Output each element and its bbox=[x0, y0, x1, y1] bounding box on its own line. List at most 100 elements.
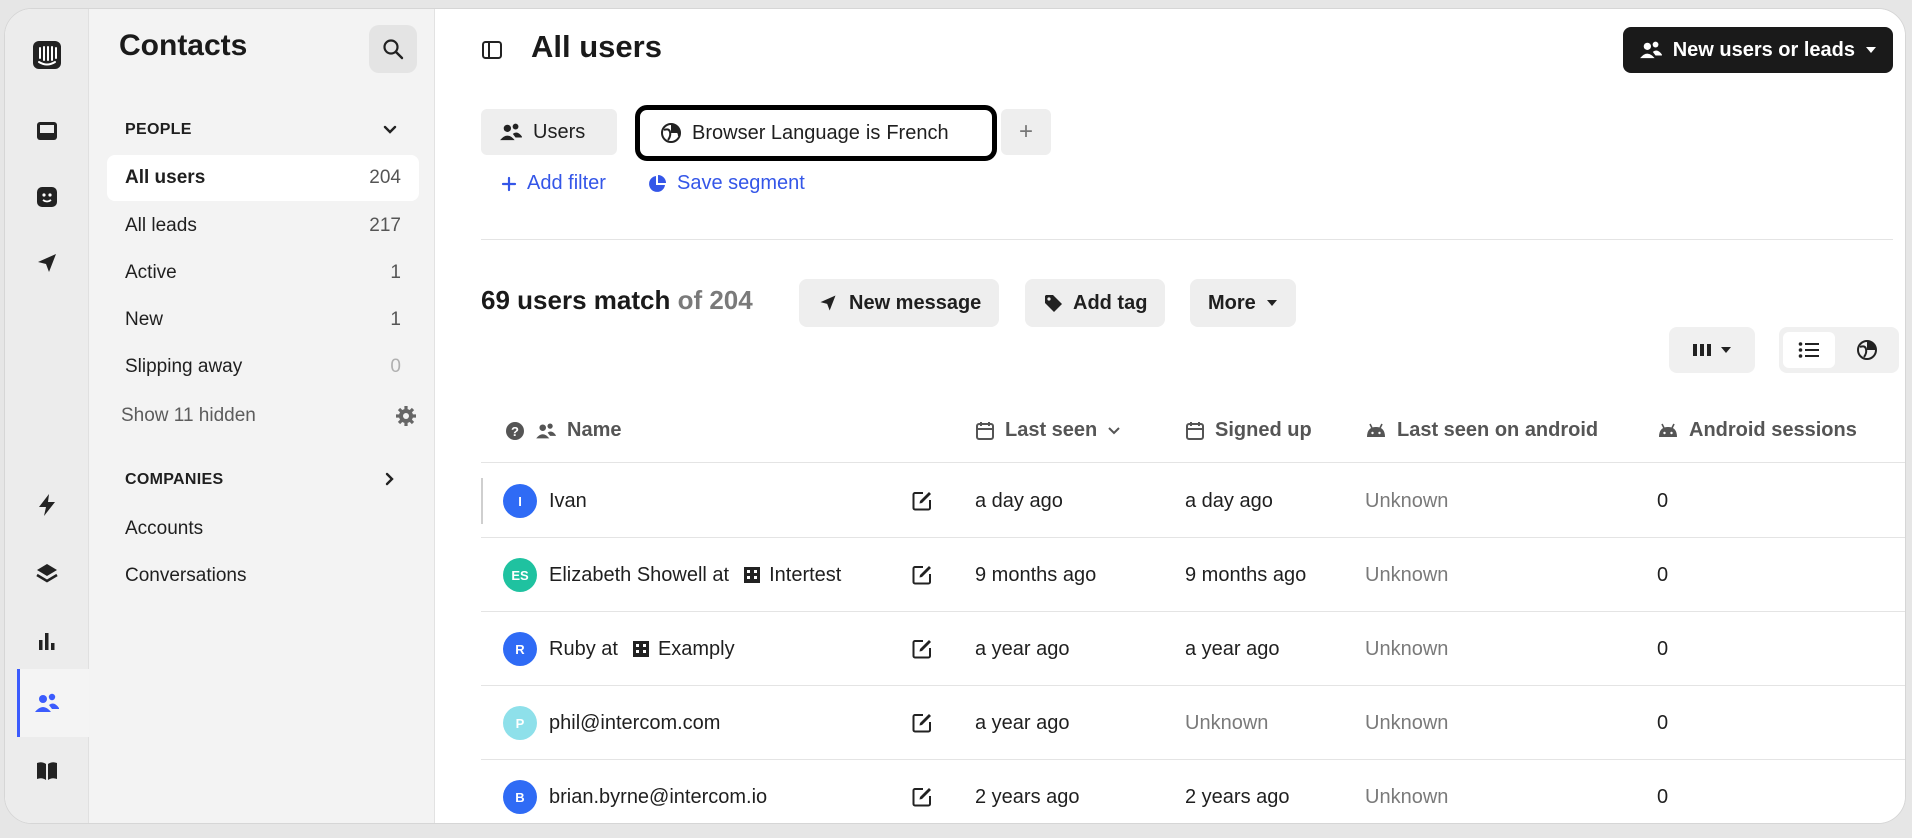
columns-selector-button[interactable] bbox=[1669, 327, 1755, 373]
plus-icon bbox=[501, 176, 517, 191]
android-icon bbox=[1659, 423, 1677, 437]
compose-button[interactable] bbox=[911, 538, 933, 612]
compose-button[interactable] bbox=[911, 612, 933, 686]
android-sessions-cell: 0 bbox=[1657, 637, 1669, 660]
chevron-right-icon[interactable] bbox=[381, 470, 399, 488]
avatar: B bbox=[503, 780, 537, 814]
outbound-send-icon[interactable] bbox=[31, 247, 63, 279]
add-filter-label: Add filter bbox=[527, 172, 606, 194]
people-icon bbox=[500, 123, 522, 141]
main-content: All users New users or leads Users Brows… bbox=[435, 9, 1905, 823]
compose-button[interactable] bbox=[911, 464, 933, 538]
contact-name[interactable]: Elizabeth Showell at bbox=[549, 564, 729, 587]
table-row[interactable]: ES Elizabeth Showell at Intertest 9 mont… bbox=[481, 538, 1905, 612]
send-icon bbox=[820, 295, 836, 311]
sidebar-item-label: Accounts bbox=[125, 518, 204, 539]
contacts-people-icon[interactable] bbox=[31, 687, 63, 719]
compose-icon bbox=[912, 640, 931, 659]
column-signed-up[interactable]: Signed up bbox=[1185, 419, 1312, 442]
column-last-seen[interactable]: Last seen bbox=[975, 419, 1121, 442]
users-type-chip[interactable]: Users bbox=[481, 109, 617, 155]
table-row[interactable]: R Ruby at Examply a year ago a year ago … bbox=[481, 612, 1905, 686]
company-link[interactable]: Intertest bbox=[743, 564, 841, 587]
intercom-logo-icon[interactable] bbox=[31, 39, 63, 71]
column-android-sessions[interactable]: Android sessions bbox=[1657, 419, 1857, 442]
company-name: Intertest bbox=[769, 563, 842, 586]
gear-icon[interactable] bbox=[395, 405, 417, 427]
signed-up-cell: Unknown bbox=[1185, 711, 1269, 734]
contact-name-cell[interactable]: P phil@intercom.com bbox=[503, 686, 720, 760]
compose-icon bbox=[912, 714, 931, 733]
column-last-seen-android[interactable]: Last seen on android bbox=[1365, 419, 1598, 442]
panel-toggle-icon[interactable] bbox=[481, 39, 503, 61]
sidebar-item-conversations[interactable]: Conversations bbox=[107, 553, 419, 599]
map-view-toggle[interactable] bbox=[1841, 332, 1893, 368]
android-icon bbox=[1367, 423, 1385, 437]
contact-name[interactable]: phil@intercom.com bbox=[549, 712, 720, 735]
table-row[interactable]: B brian.byrne@intercom.io 2 years ago 2 … bbox=[481, 760, 1905, 823]
page-title: All users bbox=[531, 29, 662, 64]
table-header: ? Name Last seen Signed up Last seen on … bbox=[481, 399, 1905, 463]
signed-up-cell: 9 months ago bbox=[1185, 563, 1307, 586]
inbox-icon[interactable] bbox=[31, 115, 63, 147]
contact-name[interactable]: Ruby at bbox=[549, 638, 618, 661]
row-hover-marker bbox=[481, 478, 483, 524]
more-button[interactable]: More bbox=[1190, 279, 1296, 327]
knowledge-layers-icon[interactable] bbox=[31, 557, 63, 589]
contact-name-cell[interactable]: B brian.byrne@intercom.io bbox=[503, 760, 767, 823]
help-center-book-icon[interactable] bbox=[31, 755, 63, 787]
add-filter-link[interactable]: Add filter bbox=[501, 172, 606, 195]
building-icon bbox=[632, 641, 649, 657]
search-button[interactable] bbox=[369, 25, 417, 73]
sidebar-item-new[interactable]: New 1 bbox=[107, 297, 419, 343]
more-label: More bbox=[1208, 291, 1256, 314]
fin-bot-icon[interactable] bbox=[31, 181, 63, 213]
show-hidden-segments[interactable]: Show 11 hidden bbox=[121, 393, 419, 439]
compose-button[interactable] bbox=[911, 760, 933, 823]
avatar: P bbox=[503, 706, 537, 740]
match-summary: 69 users match of 204 bbox=[481, 285, 753, 316]
sidebar-item-all-leads[interactable]: All leads 217 bbox=[107, 203, 419, 249]
compose-button[interactable] bbox=[911, 686, 933, 760]
compose-icon bbox=[912, 566, 931, 585]
sidebar-item-active[interactable]: Active 1 bbox=[107, 250, 419, 296]
save-segment-link[interactable]: Save segment bbox=[647, 172, 805, 195]
caret-down-icon bbox=[1721, 347, 1731, 353]
contact-name-cell[interactable]: ES Elizabeth Showell at Intertest bbox=[503, 538, 841, 612]
plus-icon: + bbox=[1018, 118, 1033, 145]
table-row[interactable]: P phil@intercom.com a year ago Unknown U… bbox=[481, 686, 1905, 760]
sidebar-item-label: All leads bbox=[125, 215, 197, 236]
match-count: 69 users match bbox=[481, 285, 671, 315]
pie-chart-icon bbox=[649, 174, 666, 192]
contact-name[interactable]: Ivan bbox=[549, 490, 587, 513]
new-users-or-leads-button[interactable]: New users or leads bbox=[1622, 27, 1893, 73]
contact-name-cell[interactable]: I Ivan bbox=[503, 464, 587, 538]
sidebar-item-accounts[interactable]: Accounts bbox=[107, 506, 419, 552]
match-total: of 204 bbox=[677, 285, 753, 315]
contact-name-cell[interactable]: R Ruby at Examply bbox=[503, 612, 735, 686]
add-tag-button[interactable]: Add tag bbox=[1025, 279, 1166, 327]
column-label: Signed up bbox=[1215, 419, 1312, 441]
help-icon[interactable]: ? bbox=[505, 421, 525, 441]
add-chip-button[interactable]: + bbox=[1001, 109, 1051, 155]
last-seen-android-cell: Unknown bbox=[1365, 637, 1449, 660]
automation-bolt-icon[interactable] bbox=[31, 489, 63, 521]
reports-chart-icon[interactable] bbox=[31, 625, 63, 657]
contact-name[interactable]: brian.byrne@intercom.io bbox=[549, 786, 767, 809]
signed-up-cell: a year ago bbox=[1185, 637, 1280, 660]
avatar: I bbox=[503, 484, 537, 518]
new-message-button[interactable]: New message bbox=[799, 279, 1000, 327]
chevron-down-icon[interactable] bbox=[381, 121, 399, 139]
company-link[interactable]: Examply bbox=[632, 638, 735, 661]
sidebar-item-count: 1 bbox=[390, 309, 401, 330]
sidebar-item-all-users[interactable]: All users 204 bbox=[107, 155, 419, 201]
browser-language-filter-chip[interactable]: Browser Language is French bbox=[635, 105, 997, 161]
compose-icon bbox=[912, 492, 931, 511]
caret-down-icon bbox=[1866, 47, 1876, 53]
table-row[interactable]: I Ivan a day ago a day ago Unknown 0 bbox=[481, 464, 1905, 538]
column-name[interactable]: ? Name bbox=[505, 419, 621, 442]
sidebar-item-slipping-away[interactable]: Slipping away 0 bbox=[107, 344, 419, 390]
android-sessions-cell: 0 bbox=[1657, 785, 1669, 808]
list-view-toggle[interactable] bbox=[1783, 332, 1835, 368]
new-message-label: New message bbox=[849, 291, 982, 314]
